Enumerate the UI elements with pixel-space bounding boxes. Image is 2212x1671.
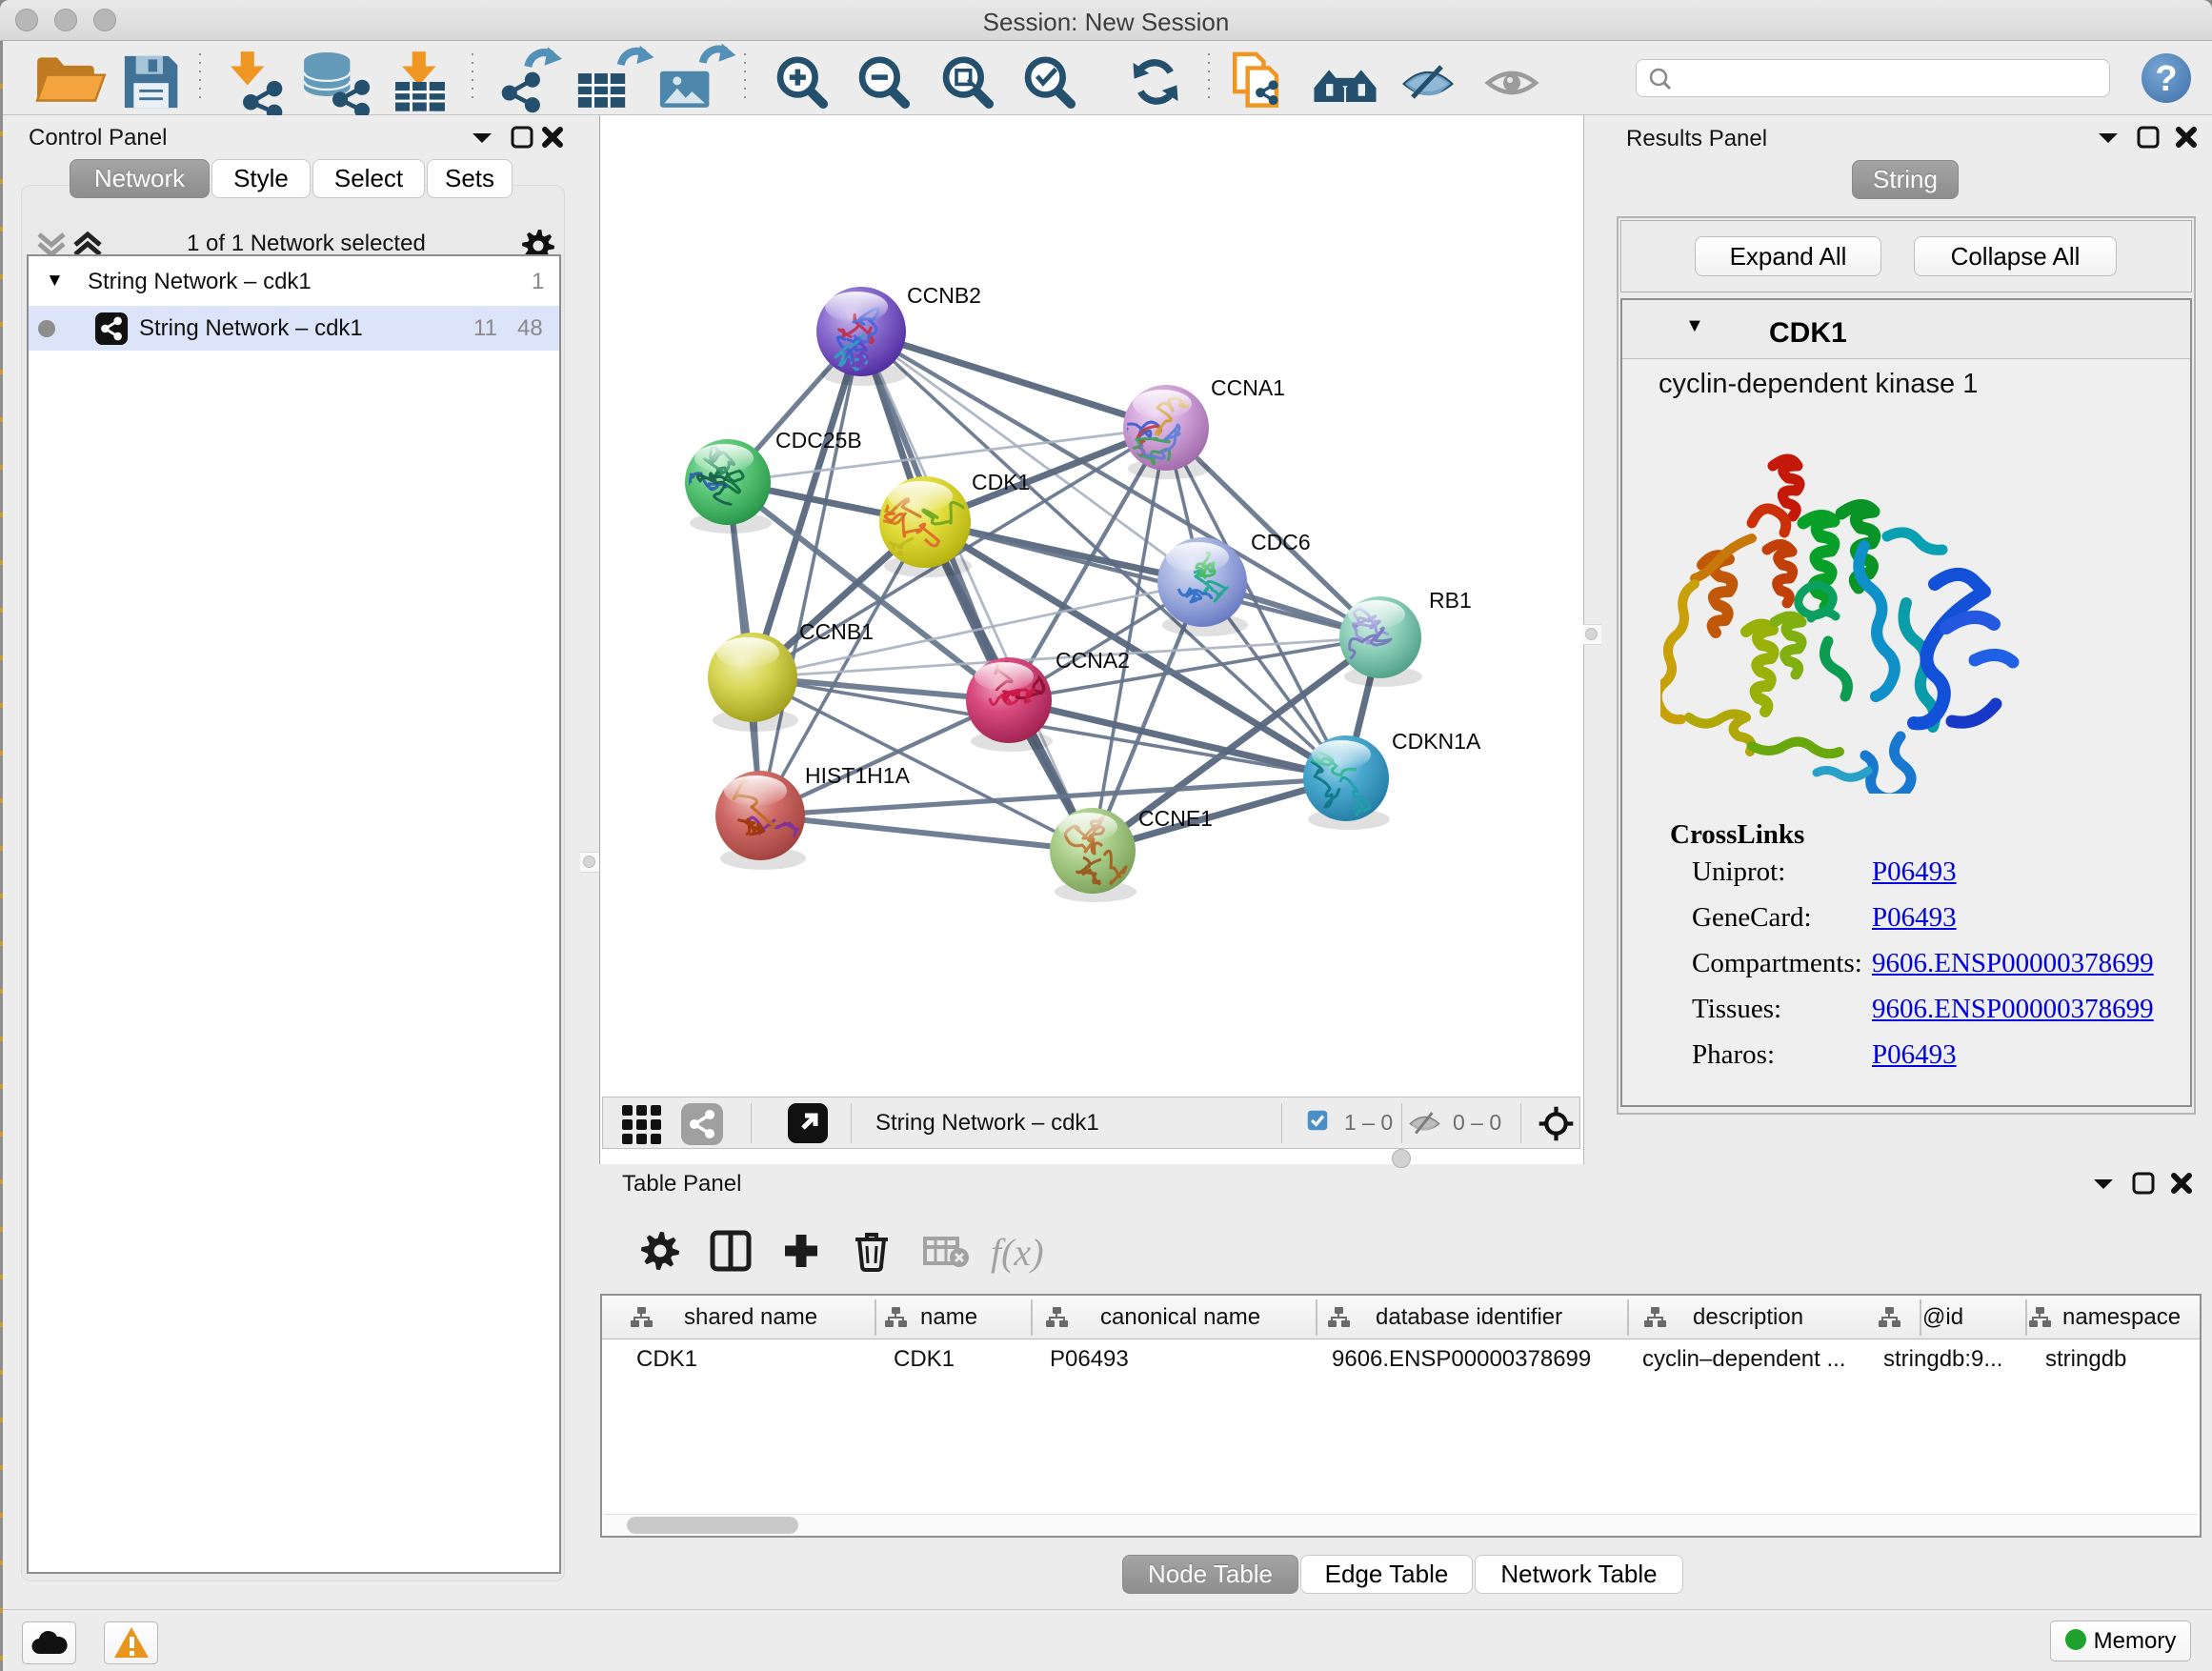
svg-text:?: ? [2155,59,2177,99]
svg-text:CDC6: CDC6 [1251,530,1311,554]
svg-text:RB1: RB1 [1429,588,1472,613]
svg-text:CCNA1: CCNA1 [1211,375,1285,400]
svg-text:CDK1: CDK1 [972,470,1030,494]
svg-text:f(x): f(x) [991,1231,1044,1274]
svg-text:CDKN1A: CDKN1A [1392,729,1481,754]
svg-text:CCNB2: CCNB2 [907,283,981,308]
svg-text:CCNE1: CCNE1 [1138,806,1213,831]
svg-text:CCNA2: CCNA2 [1056,648,1130,673]
svg-text:CDC25B: CDC25B [775,428,862,453]
svg-text:CCNB1: CCNB1 [799,619,874,644]
svg-text:HIST1H1A: HIST1H1A [805,763,911,788]
